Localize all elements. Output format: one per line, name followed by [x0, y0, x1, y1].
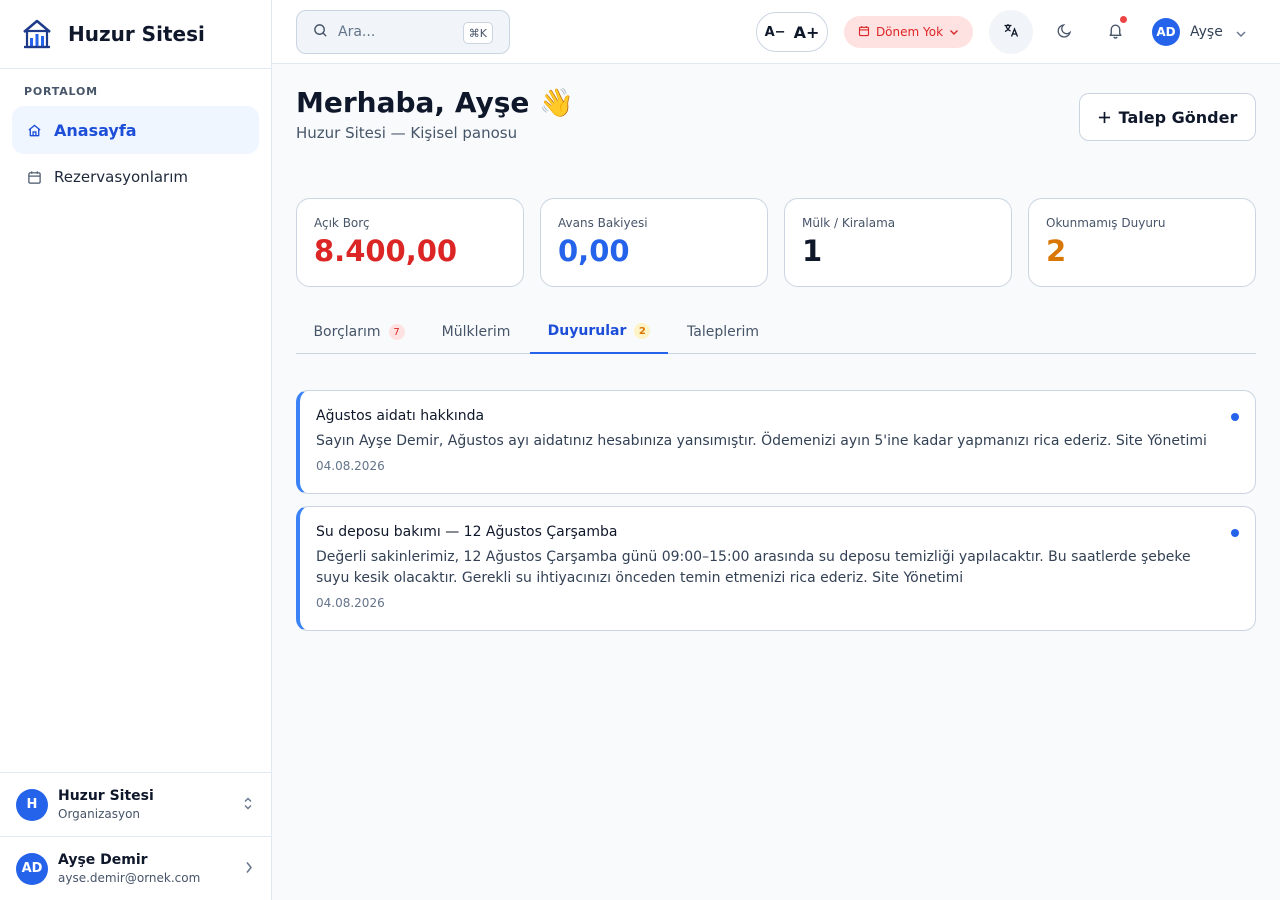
tab-label: Mülklerim	[441, 324, 511, 340]
stat-card-open-debt: Açık Borç 8.400,00	[296, 198, 524, 287]
user-menu[interactable]: AD Ayşe Demir ayse.demir@ornek.com	[0, 836, 271, 900]
search-shortcut: ⌘K	[462, 22, 493, 44]
avatar: AD	[1152, 18, 1180, 46]
stat-value: 1	[802, 234, 823, 268]
brand[interactable]: Huzur Sitesi	[0, 0, 271, 69]
bell-icon	[1107, 22, 1124, 43]
language-button[interactable]	[989, 10, 1033, 54]
chevron-right-icon	[245, 860, 253, 877]
announcement-body: Sayın Ayşe Demir, Ağustos ayı aidatınız …	[316, 433, 1207, 449]
building-logo-icon	[20, 17, 54, 51]
tab-requests[interactable]: Taleplerim	[668, 310, 778, 354]
send-request-label: Talep Gönder	[1118, 107, 1238, 127]
plus-icon	[1098, 105, 1111, 129]
sidebar-item-home[interactable]: Anasayfa	[12, 106, 259, 154]
section-label: PORTALOM	[24, 85, 98, 98]
notification-dot	[1120, 16, 1127, 23]
announcement-title: Ağustos aidatı hakkında	[316, 408, 485, 424]
increase-font-button[interactable]: A+	[794, 23, 820, 42]
organization-avatar: H	[16, 788, 48, 821]
decrease-font-button[interactable]: A−	[765, 25, 786, 40]
theme-toggle[interactable]	[1051, 18, 1079, 46]
tab-debts[interactable]: Borçlarım 7	[296, 310, 422, 354]
announcement-date: 04.08.2026	[316, 459, 385, 473]
search-placeholder: Ara...	[338, 24, 376, 40]
stat-card-advance-balance: Avans Bakiyesi 0,00	[540, 198, 768, 287]
tab-properties[interactable]: Mülklerim	[422, 310, 530, 354]
stat-value: 2	[1046, 234, 1067, 268]
stat-label: Mülk / Kiralama	[802, 216, 896, 230]
announcement-item[interactable]: Su deposu bakımı — 12 Ağustos Çarşamba D…	[296, 506, 1256, 631]
page-title: Merhaba, Ayşe 👋	[296, 86, 575, 119]
tab-bar: Borçlarım 7 Mülklerim Duyurular 2 Talepl…	[296, 310, 1256, 354]
announcement-title: Su deposu bakımı — 12 Ağustos Çarşamba	[316, 524, 618, 540]
unread-indicator	[1231, 413, 1239, 421]
tab-label: Borçlarım	[313, 324, 381, 340]
period-label: Dönem Yok	[875, 25, 944, 39]
announcement-body: Değerli sakinlerimiz, 12 Ağustos Çarşamb…	[316, 549, 1191, 586]
chevron-down-icon	[1235, 23, 1247, 42]
chevron-up-down-icon	[243, 796, 253, 813]
profile-name: Ayşe	[1190, 24, 1223, 40]
stat-card-property: Mülk / Kiralama 1	[784, 198, 1012, 287]
organization-name: Huzur Sitesi	[58, 788, 154, 804]
sidebar: Huzur Sitesi PORTALOM Anasayfa Rezervasy…	[0, 0, 272, 900]
profile-menu[interactable]: AD Ayşe	[1152, 18, 1247, 46]
calendar-icon	[858, 25, 870, 40]
sidebar-item-label: Anasayfa	[54, 120, 137, 140]
tab-announcements[interactable]: Duyurular 2	[530, 310, 668, 354]
translate-icon	[1003, 22, 1019, 42]
font-size-control: A− A+	[756, 12, 828, 52]
organization-type: Organizasyon	[58, 807, 141, 821]
stat-value: 8.400,00	[314, 234, 458, 268]
send-request-button[interactable]: Talep Gönder	[1079, 93, 1256, 141]
stat-label: Avans Bakiyesi	[558, 216, 648, 230]
notifications-button[interactable]	[1101, 16, 1129, 46]
brand-name: Huzur Sitesi	[68, 22, 205, 46]
user-email: ayse.demir@ornek.com	[58, 871, 201, 885]
announcement-date: 04.08.2026	[316, 596, 385, 610]
chevron-down-icon	[949, 25, 959, 39]
period-selector[interactable]: Dönem Yok	[844, 16, 973, 48]
stat-label: Okunmamış Duyuru	[1046, 216, 1166, 230]
stat-value: 0,00	[558, 234, 630, 268]
count-badge: 7	[388, 324, 405, 340]
topbar: Ara... ⌘K A− A+ Dönem Yok AD Ayşe	[272, 0, 1280, 64]
avatar: AD	[16, 852, 48, 885]
search-icon	[313, 23, 328, 42]
tab-label: Duyurular	[547, 323, 627, 339]
page-subtitle: Huzur Sitesi — Kişisel panosu	[296, 124, 518, 142]
stat-label: Açık Borç	[314, 216, 370, 230]
stat-card-unread-announcements: Okunmamış Duyuru 2	[1028, 198, 1256, 287]
tab-label: Taleplerim	[687, 324, 759, 340]
calendar-icon	[26, 169, 42, 185]
unread-indicator	[1231, 529, 1239, 537]
announcement-item[interactable]: Ağustos aidatı hakkında Sayın Ayşe Demir…	[296, 390, 1256, 494]
user-name: Ayşe Demir	[58, 852, 148, 868]
moon-icon	[1057, 22, 1073, 42]
search-input[interactable]: Ara... ⌘K	[296, 10, 510, 54]
sidebar-item-label: Rezervasyonlarım	[54, 168, 188, 186]
sidebar-item-reservations[interactable]: Rezervasyonlarım	[12, 153, 259, 201]
count-badge: 2	[634, 323, 651, 339]
home-icon	[26, 122, 42, 138]
organization-switcher[interactable]: H Huzur Sitesi Organizasyon	[0, 772, 271, 836]
